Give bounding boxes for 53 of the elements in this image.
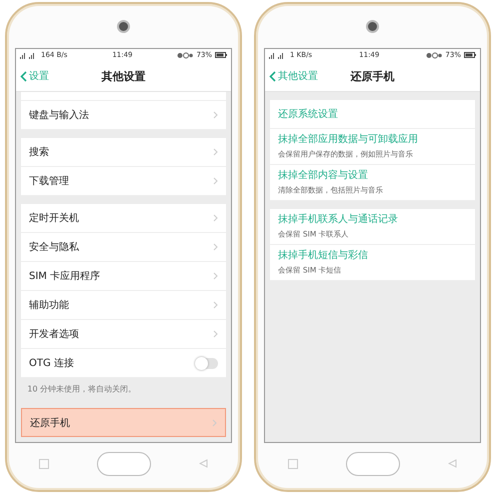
chevron-icon [213,243,218,251]
settings-row[interactable]: 安全与隐私 [21,233,226,262]
back-key-icon[interactable] [199,459,208,468]
status-icons [426,52,442,58]
chevron-icon [213,272,218,280]
row-label: 开发者选项 [29,328,79,341]
chevron-icon [213,330,218,338]
battery-icon [215,52,227,58]
settings-row[interactable]: OTG 连接 [21,349,226,378]
chevron-icon [212,418,217,426]
footnote: 10 分钟未使用，将自动关闭。 [26,384,138,396]
back-chevron-icon [269,70,276,82]
settings-row[interactable]: 下载管理 [21,167,226,196]
row-label: 还原手机 [30,416,70,430]
action-label: 抹掉全部内容与设置 [278,168,369,182]
back-chevron-icon [20,70,27,82]
list-item[interactable] [21,92,226,101]
settings-row[interactable]: 辅助功能 [21,291,226,320]
chevron-icon [213,301,218,309]
home-button[interactable] [346,452,400,476]
row-label: 定时开关机 [29,212,79,225]
battery-icon [464,52,476,58]
row-label: 键盘与输入法 [29,108,89,122]
chevron-icon [213,177,218,185]
action-label: 还原系统设置 [278,108,338,121]
settings-row[interactable]: 搜索 [21,138,226,167]
row-label: 搜索 [29,146,49,159]
screen-title: 还原手机 [350,68,394,84]
chevron-icon [213,214,218,222]
row-label: 辅助功能 [29,298,69,312]
settings-row[interactable]: 还原手机 [21,408,226,437]
toggle-switch[interactable] [196,358,218,368]
screen-title: 其他设置 [102,68,146,84]
menu-key-icon[interactable] [39,458,49,468]
row-label: 安全与隐私 [29,240,79,254]
status-icons [177,52,194,58]
camera-icon [117,20,130,32]
chevron-icon [213,148,218,156]
action-label: 抹掉手机短信与彩信 [278,248,368,262]
settings-row[interactable]: SIM 卡应用程序 [21,262,226,291]
row-label: 下载管理 [29,174,69,188]
camera-icon [366,20,379,32]
settings-row[interactable]: 定时开关机 [21,204,226,233]
menu-key-icon[interactable] [288,458,298,468]
action-label: 抹掉全部应用数据与可卸载应用 [278,132,419,146]
settings-row[interactable]: 开发者选项 [21,320,226,349]
row-label: SIM 卡应用程序 [29,270,100,283]
back-key-icon[interactable] [448,459,457,468]
settings-row[interactable]: 键盘与输入法 [21,101,226,130]
chevron-icon [213,111,218,119]
action-label: 抹掉手机联系人与通话记录 [278,212,398,226]
row-label: OTG 连接 [29,356,74,370]
home-button[interactable] [97,452,151,476]
